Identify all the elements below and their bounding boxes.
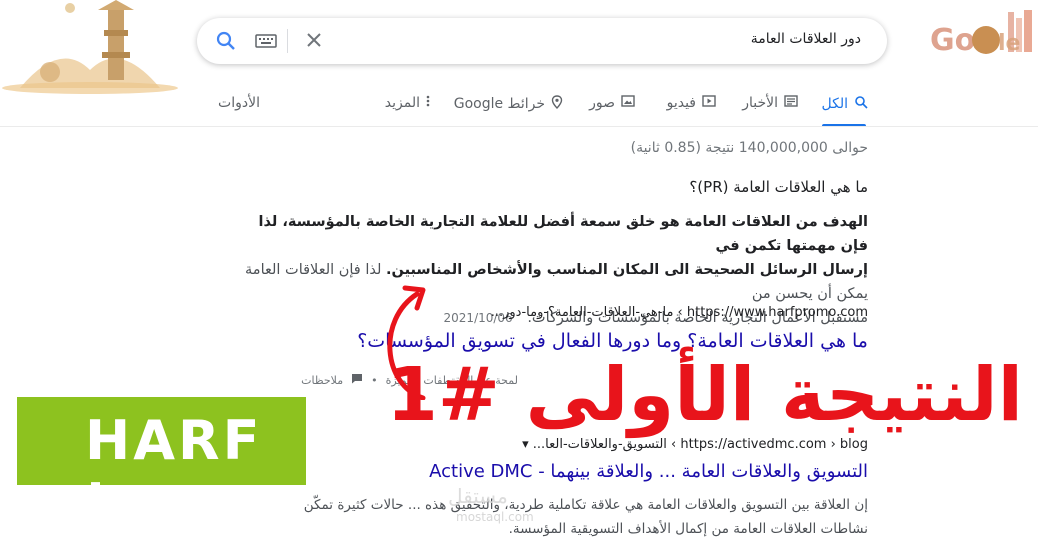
tab-images[interactable]: صور — [589, 95, 635, 111]
harf-brand-badge: HARF ’ — [17, 397, 306, 535]
tab-label: الأخبار — [742, 95, 778, 111]
tab-label: خرائط Google — [453, 96, 545, 112]
tab-label: صور — [589, 95, 615, 111]
feedback-icon[interactable] — [351, 373, 363, 387]
tab-videos[interactable]: فيديو — [667, 95, 716, 111]
tab-more[interactable]: المزيد — [385, 95, 430, 111]
search-divider — [287, 29, 288, 53]
first-result-annotation: النتيجة الأولى #1 — [386, 352, 1025, 438]
svg-text:le: le — [998, 31, 1020, 56]
watermark-url: mostaql.com — [456, 510, 534, 524]
result-url[interactable]: https://www.harfpromo.com › ما-هي-العلاق… — [491, 305, 868, 320]
tab-news[interactable]: الأخبار — [742, 95, 798, 111]
tab-label: الكل — [821, 96, 849, 112]
tab-tools[interactable]: الأدوات — [218, 95, 260, 111]
tab-all[interactable]: الكل — [822, 95, 869, 113]
featured-snippet-question: ما هي العلاقات العامة (PR)؟ — [689, 178, 868, 196]
search-icon — [854, 95, 868, 113]
search-box[interactable]: دور العلاقات العامة — [197, 18, 887, 64]
image-icon — [621, 95, 635, 111]
snippet-bold-text: الهدف من العلاقات العامة هو خلق سمعة أفض… — [258, 214, 869, 254]
snippet-text: إن العلاقة بين التسويق والعلاقات العامة … — [303, 497, 868, 513]
brand-logo-text: HARF ’ — [85, 409, 263, 535]
tab-maps[interactable]: خرائط Google — [454, 95, 563, 113]
more-vert-icon — [426, 95, 430, 111]
doodle-illustration — [0, 0, 180, 95]
keyboard-icon[interactable] — [255, 32, 277, 50]
tab-label: فيديو — [666, 95, 696, 111]
feedback-link[interactable]: ملاحظات — [301, 374, 343, 387]
tabs-divider — [0, 126, 1038, 127]
location-pin-icon — [551, 95, 563, 113]
snippet-text: نشاطات العلاقات العامة من إكمال الأهداف … — [508, 521, 868, 537]
clear-icon[interactable] — [303, 29, 325, 51]
video-icon — [702, 95, 716, 111]
result-title-link[interactable]: التسويق والعلاقات العامة ... والعلاقة بي… — [429, 461, 868, 482]
result-stats: حوالى 140,000,000 نتيجة (0.85 ثانية) — [630, 140, 868, 156]
snippet-bold-text: إرسال الرسائل الصحيحة الى المكان المناسب… — [386, 262, 868, 278]
search-input[interactable]: دور العلاقات العامة — [751, 31, 861, 47]
result-snippet: إن العلاقة بين التسويق والعلاقات العامة … — [228, 493, 868, 541]
search-icon[interactable] — [215, 30, 237, 52]
svg-text:Go: Go — [930, 23, 975, 58]
result-url[interactable]: https://activedmc.com › blog › التسويق-و… — [522, 437, 868, 452]
tab-label: المزيد — [384, 95, 420, 111]
watermark: مستقل — [448, 484, 508, 508]
news-icon — [784, 95, 798, 111]
google-doodle-logo[interactable]: Go le — [918, 8, 1038, 68]
tab-label: الأدوات — [218, 95, 260, 111]
